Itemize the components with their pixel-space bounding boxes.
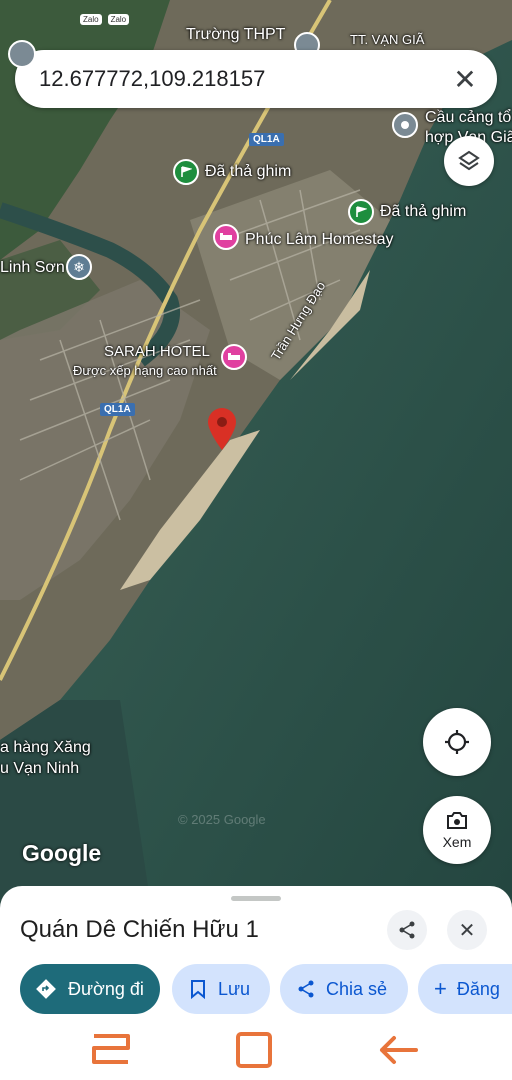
dropped-pin-1[interactable]	[173, 159, 199, 185]
post-button[interactable]: + Đăng	[418, 964, 512, 1014]
share-label: Chia sẻ	[326, 978, 388, 999]
road-shield-ql1a: QL1A	[100, 403, 135, 416]
road-shield-ql1a: QL1A	[249, 133, 284, 146]
layers-button[interactable]	[444, 136, 494, 186]
camera-icon	[447, 812, 467, 829]
snowflake-pin[interactable]: ❄	[66, 254, 92, 280]
street-view-button[interactable]: Xem	[423, 796, 491, 864]
map-label-homestay[interactable]: Phúc Lâm Homestay	[245, 231, 394, 249]
drag-handle[interactable]	[231, 896, 281, 901]
edge-pin[interactable]	[8, 40, 36, 68]
homestay-pin[interactable]	[213, 224, 239, 250]
snowflake-icon: ❄	[73, 258, 85, 275]
search-input[interactable]: 12.677772,109.218157	[39, 66, 445, 92]
post-label: Đăng	[456, 978, 500, 999]
share-icon	[399, 921, 415, 939]
place-title: Quán Dê Chiến Hữu 1	[20, 916, 259, 943]
home-icon[interactable]	[234, 1030, 274, 1070]
status-icons: Zalo Zalo	[80, 14, 130, 25]
zalo-icon: Zalo	[80, 14, 102, 25]
my-location-button[interactable]	[423, 708, 491, 776]
port-pin[interactable]	[392, 112, 418, 138]
system-nav-bar	[0, 1018, 512, 1080]
map-label-gas-2[interactable]: u Vạn Ninh	[0, 760, 79, 778]
share-icon-button[interactable]	[387, 910, 427, 950]
map-label-hotel-rating: Được xếp hạng cao nhất	[73, 363, 217, 378]
share-button[interactable]: Chia sẻ	[280, 964, 408, 1014]
dot-icon	[401, 121, 409, 129]
google-logo: Google	[22, 840, 102, 866]
flag-icon	[181, 166, 192, 177]
directions-button[interactable]: Đường đi	[20, 964, 160, 1014]
view-label: Xem	[442, 834, 472, 850]
zalo-icon: Zalo	[107, 14, 130, 25]
back-icon[interactable]	[376, 1034, 418, 1066]
close-sheet-button[interactable]: ✕	[447, 910, 487, 950]
bed-icon	[228, 353, 240, 360]
plus-icon: +	[434, 976, 447, 1001]
map-label-gas-1[interactable]: a hàng Xăng	[0, 739, 91, 757]
directions-icon	[36, 979, 56, 999]
close-icon: ✕	[458, 919, 476, 942]
map-label-hotel[interactable]: SARAH HOTEL	[104, 343, 210, 360]
map-label-linh-son[interactable]: Linh Sơn	[0, 259, 65, 277]
bookmark-icon	[191, 980, 205, 999]
dropped-pin-2[interactable]	[348, 199, 374, 225]
clear-search-button[interactable]: ✕	[445, 59, 485, 99]
crosshair-icon	[445, 730, 469, 754]
map-label-town[interactable]: TT. Vạn Giã	[350, 32, 424, 47]
bed-icon	[220, 233, 232, 240]
flag-icon	[356, 206, 367, 217]
layers-icon	[458, 150, 480, 171]
directions-label: Đường đi	[68, 978, 144, 999]
share-icon	[298, 980, 314, 998]
port-label-line1: Cầu cảng tổ	[425, 109, 512, 126]
recent-apps-icon[interactable]	[90, 1032, 132, 1068]
close-icon: ✕	[453, 63, 477, 95]
search-bar[interactable]: 12.677772,109.218157 ✕	[15, 50, 497, 108]
map-label-pin2[interactable]: Đã thả ghim	[380, 203, 466, 221]
map-label-school[interactable]: Trường THPT	[186, 26, 285, 44]
location-marker-icon[interactable]	[205, 405, 239, 451]
map-watermark: © 2025 Google	[178, 812, 266, 827]
save-button[interactable]: Lưu	[172, 964, 270, 1014]
save-label: Lưu	[218, 978, 251, 999]
map-label-pin1[interactable]: Đã thả ghim	[205, 163, 291, 181]
hotel-pin[interactable]	[221, 344, 247, 370]
